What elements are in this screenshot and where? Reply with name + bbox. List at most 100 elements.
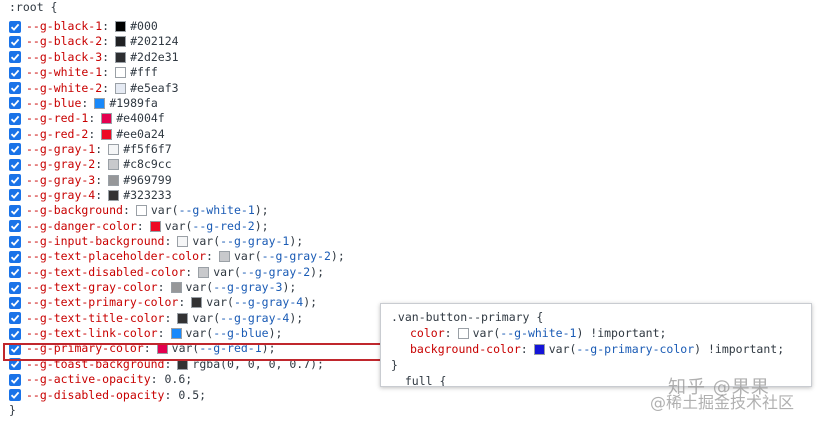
property-value[interactable]: var(--g-red-2);: [165, 219, 269, 234]
declaration-row: --g-text-disabled-color: var(--g-gray-2);: [9, 265, 324, 280]
declaration-checkbox[interactable]: [9, 373, 21, 386]
property-name[interactable]: --g-black-3: [26, 50, 102, 65]
property-name[interactable]: --g-black-1: [26, 19, 102, 34]
property-name[interactable]: --g-red-2: [26, 127, 88, 142]
property-value[interactable]: #fff: [130, 65, 158, 80]
declaration-checkbox[interactable]: [9, 174, 21, 187]
property-name[interactable]: --g-black-2: [26, 34, 102, 49]
property-value[interactable]: #2d2e31: [130, 50, 178, 65]
property-name[interactable]: --g-text-placeholder-color: [26, 249, 206, 264]
property-value[interactable]: var(--g-white-1);: [151, 203, 269, 218]
color-swatch-icon[interactable]: [149, 220, 161, 232]
declaration-checkbox[interactable]: [9, 358, 21, 371]
property-name[interactable]: --g-text-primary-color: [26, 295, 178, 310]
property-name[interactable]: --g-gray-3: [26, 173, 95, 188]
property-value[interactable]: #202124: [130, 34, 178, 49]
property-value[interactable]: var(--g-gray-4);: [192, 311, 303, 326]
property-name[interactable]: --g-primary-color: [26, 341, 144, 356]
declaration-checkbox[interactable]: [9, 66, 21, 79]
property-value[interactable]: var(--g-gray-3);: [186, 280, 297, 295]
declaration-checkbox[interactable]: [9, 220, 21, 233]
property-value[interactable]: #f5f6f7: [123, 142, 171, 157]
declaration-checkbox[interactable]: [9, 51, 21, 64]
color-swatch-icon[interactable]: [170, 328, 182, 340]
color-swatch-icon[interactable]: [177, 312, 189, 324]
declaration-checkbox[interactable]: [9, 235, 21, 248]
color-swatch-icon[interactable]: [177, 358, 189, 370]
color-swatch-icon[interactable]: [108, 174, 120, 186]
property-value[interactable]: var(--g-gray-2);: [234, 249, 345, 264]
property-value[interactable]: #c8c9cc: [123, 157, 171, 172]
declaration-checkbox[interactable]: [9, 250, 21, 263]
property-name[interactable]: --g-disabled-opacity: [26, 388, 164, 403]
property-name[interactable]: --g-active-opacity: [26, 372, 151, 387]
color-swatch-icon[interactable]: [101, 113, 113, 125]
property-value[interactable]: var(--g-red-1);: [172, 341, 276, 356]
property-value[interactable]: var(--g-gray-2);: [213, 265, 324, 280]
property-value[interactable]: #ee0a24: [116, 127, 164, 142]
declaration-checkbox[interactable]: [9, 312, 21, 325]
property-value[interactable]: #969799: [123, 173, 171, 188]
declaration-checkbox[interactable]: [9, 35, 21, 48]
color-swatch-icon[interactable]: [156, 343, 168, 355]
color-swatch-icon[interactable]: [115, 82, 127, 94]
declaration-checkbox[interactable]: [9, 204, 21, 217]
property-value[interactable]: rgba(0, 0, 0, 0.7);: [192, 357, 324, 372]
declaration-checkbox[interactable]: [9, 143, 21, 156]
declaration-checkbox[interactable]: [9, 266, 21, 279]
color-swatch-icon[interactable]: [108, 189, 120, 201]
declaration-checkbox[interactable]: [9, 296, 21, 309]
declaration-checkbox[interactable]: [9, 389, 21, 402]
color-swatch-icon[interactable]: [115, 36, 127, 48]
property-name[interactable]: --g-gray-2: [26, 157, 95, 172]
declaration-checkbox[interactable]: [9, 82, 21, 95]
property-name[interactable]: --g-text-link-color: [26, 326, 158, 341]
property-name[interactable]: --g-background: [26, 203, 123, 218]
property-value[interactable]: #e4004f: [116, 111, 164, 126]
property-value[interactable]: var(--g-gray-4);: [206, 295, 317, 310]
declaration-checkbox[interactable]: [9, 189, 21, 202]
property-value[interactable]: var(--g-gray-1);: [192, 234, 303, 249]
color-swatch-icon[interactable]: [108, 143, 120, 155]
declaration-checkbox[interactable]: [9, 97, 21, 110]
property-value[interactable]: #323233: [123, 188, 171, 203]
color-swatch-icon[interactable]: [177, 236, 189, 248]
color-swatch-icon[interactable]: [135, 205, 147, 217]
property-name[interactable]: --g-danger-color: [26, 219, 137, 234]
property-name[interactable]: --g-gray-1: [26, 142, 95, 157]
property-value[interactable]: #000: [130, 19, 158, 34]
property-name[interactable]: --g-red-1: [26, 111, 88, 126]
property-name[interactable]: --g-blue: [26, 96, 81, 111]
property-name[interactable]: --g-toast-background: [26, 357, 164, 372]
property-value[interactable]: #e5eaf3: [130, 81, 178, 96]
declaration-checkbox[interactable]: [9, 281, 21, 294]
property-value[interactable]: #1989fa: [109, 96, 157, 111]
property-name[interactable]: --g-white-2: [26, 81, 102, 96]
color-swatch-icon[interactable]: [108, 159, 120, 171]
property-name[interactable]: --g-white-1: [26, 65, 102, 80]
property-name[interactable]: --g-text-title-color: [26, 311, 164, 326]
color-swatch-icon[interactable]: [198, 266, 210, 278]
property-value[interactable]: 0.5;: [178, 388, 206, 403]
color-swatch-icon[interactable]: [115, 51, 127, 63]
declaration-checkbox[interactable]: [9, 20, 21, 33]
declaration-checkbox[interactable]: [9, 128, 21, 141]
color-swatch-icon[interactable]: [115, 67, 127, 79]
declaration-checkbox[interactable]: [9, 327, 21, 340]
property-value[interactable]: var(--g-blue);: [186, 326, 283, 341]
property-name[interactable]: --g-text-disabled-color: [26, 265, 185, 280]
color-swatch-icon[interactable]: [115, 21, 127, 33]
property-name[interactable]: --g-text-gray-color: [26, 280, 158, 295]
color-swatch-icon[interactable]: [170, 282, 182, 294]
property-value: var(--g-white-1) !important;: [473, 326, 667, 340]
declaration-checkbox[interactable]: [9, 112, 21, 125]
property-name[interactable]: --g-gray-4: [26, 188, 95, 203]
property-value[interactable]: 0.6;: [165, 372, 193, 387]
color-swatch-icon[interactable]: [101, 128, 113, 140]
color-swatch-icon[interactable]: [218, 251, 230, 263]
declaration-checkbox[interactable]: [9, 342, 21, 355]
property-name[interactable]: --g-input-background: [26, 234, 164, 249]
color-swatch-icon[interactable]: [94, 97, 106, 109]
color-swatch-icon[interactable]: [191, 297, 203, 309]
declaration-checkbox[interactable]: [9, 158, 21, 171]
